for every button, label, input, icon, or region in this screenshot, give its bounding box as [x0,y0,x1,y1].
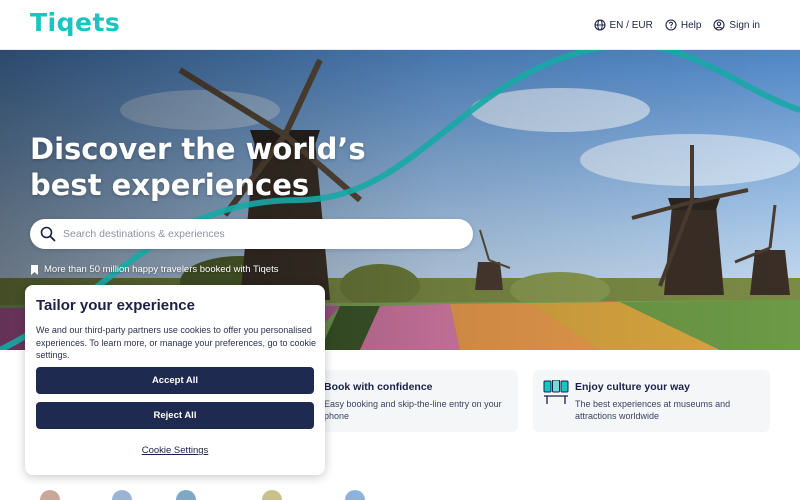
cookie-title: Tailor your experience [36,297,195,314]
card-title: Book with confidence [324,381,433,393]
globe-icon [593,19,606,31]
cookie-description: We and our third-party partners use cook… [36,325,316,360]
page: Tiqets EN / EUR Help Sign in Discover th… [0,0,800,500]
tiqets-logo[interactable]: Tiqets [30,8,120,37]
help-link[interactable]: Help [665,19,702,31]
museum-icon [543,380,569,404]
trust-statement: More than 50 million happy travelers boo… [30,264,278,275]
top-header: Tiqets EN / EUR Help Sign in [0,0,800,50]
bookmark-icon [31,264,38,275]
destination-avatar[interactable] [345,490,365,500]
search-icon [40,226,56,242]
reject-all-button[interactable]: Reject All [36,402,314,429]
trust-text: More than 50 million happy travelers boo… [44,264,279,275]
feature-card-enjoy-culture: Enjoy culture your way The best experien… [533,370,770,432]
destination-pills-row [40,490,460,500]
feature-card-book-with-confidence: Book with confidence Easy booking and sk… [300,370,518,432]
sign-in-label: Sign in [729,19,760,31]
cookie-settings-button[interactable]: Cookie Settings [36,437,314,464]
help-label: Help [680,19,702,31]
sign-in-link[interactable]: Sign in [713,19,760,31]
hero-title: Discover the world’s best experiences [30,132,366,202]
destination-avatar[interactable] [112,490,132,500]
destination-avatar[interactable] [176,490,196,500]
accept-all-button[interactable]: Accept All [36,367,314,394]
header-nav: EN / EUR Help Sign in [593,0,760,50]
help-circle-icon [665,19,677,31]
card-description: The best experiences at museums and attr… [575,399,731,421]
card-description: Easy booking and skip-the-line entry on … [324,399,502,421]
destination-avatar[interactable] [40,490,60,500]
user-circle-icon [713,19,725,31]
cookie-consent-dialog: Tailor your experience We and our third-… [25,285,325,475]
card-title: Enjoy culture your way [575,381,690,393]
destination-avatar[interactable] [262,490,282,500]
search-input[interactable] [63,228,443,240]
language-currency-label: EN / EUR [609,19,653,31]
language-currency-selector[interactable]: EN / EUR [593,19,653,31]
search-bar[interactable] [30,219,473,249]
